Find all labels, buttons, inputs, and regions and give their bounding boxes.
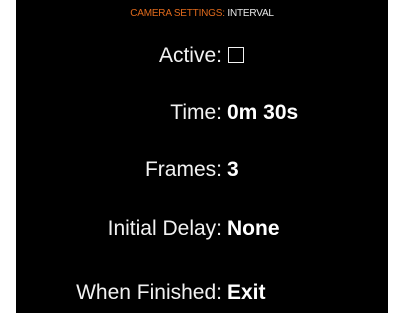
setting-row-when-finished[interactable]: When Finished: Exit xyxy=(16,278,388,308)
frames-value[interactable]: 3 xyxy=(227,155,239,185)
header-section-title: CAMERA SETTINGS: xyxy=(130,8,225,19)
time-value[interactable]: 0m 30s xyxy=(227,98,298,128)
header-subsection-title: INTERVAL xyxy=(224,8,274,19)
initial-delay-label: Initial Delay: xyxy=(107,217,222,240)
frames-label: Frames: xyxy=(144,158,222,181)
initial-delay-value[interactable]: None xyxy=(227,214,280,244)
time-label: Time: xyxy=(170,101,222,124)
camera-settings-screen: CAMERA SETTINGS: INTERVAL Active: Time: … xyxy=(16,0,388,313)
when-finished-value[interactable]: Exit xyxy=(227,278,266,308)
active-label: Active: xyxy=(158,44,222,67)
setting-row-time[interactable]: Time: 0m 30s xyxy=(16,98,388,128)
setting-row-active[interactable]: Active: xyxy=(16,41,388,71)
setting-row-frames[interactable]: Frames: 3 xyxy=(16,155,388,185)
screen-header: CAMERA SETTINGS: INTERVAL xyxy=(16,8,388,19)
active-checkbox[interactable] xyxy=(228,47,244,63)
setting-row-initial-delay[interactable]: Initial Delay: None xyxy=(16,214,388,244)
when-finished-label: When Finished: xyxy=(76,281,222,304)
